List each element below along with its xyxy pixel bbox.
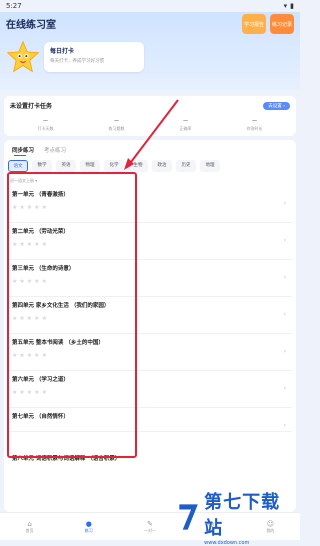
site-watermark: 第七下载站 www.dxdown.com — [176, 492, 296, 546]
unit-item[interactable]: 第三单元 （生命的诗意） ★ ★ ★ ★ ★ › — [8, 260, 292, 297]
chevron-right-icon: › — [283, 422, 286, 429]
chevron-right-icon: › — [283, 385, 286, 392]
unit-item[interactable]: 第四单元 家乡文化生活 （我们的家园） ★ ★ ★ ★ ★ › — [8, 297, 292, 334]
subject-chip[interactable]: 政治 — [152, 160, 172, 172]
status-icons: ▾ ▮ — [284, 2, 294, 10]
unit-item[interactable]: 第二单元 （劳动光荣） ★ ★ ★ ★ ★ › — [8, 223, 292, 260]
subject-chip[interactable]: 生物 — [128, 160, 148, 172]
unit-item[interactable]: 第七单元 （自然情怀） › — [8, 408, 292, 432]
unit-item[interactable]: 第六单元 （学习之道） ★ ★ ★ ★ ★ › — [8, 371, 292, 408]
checkin-subtitle: 每天打卡，养成学习好习惯 — [50, 59, 104, 64]
status-time: 5:27 — [6, 2, 22, 10]
subject-chip[interactable]: 地理 — [200, 160, 220, 172]
stat-item: — 正确率 — [179, 118, 192, 131]
subject-chip[interactable]: 语文 — [8, 160, 28, 172]
rating-stars: ★ ★ ★ ★ ★ — [12, 315, 47, 322]
home-icon: ⌂ — [27, 519, 32, 528]
rating-stars: ★ ★ ★ ★ ★ — [12, 241, 47, 248]
status-bar: 5:27 ▾ ▮ — [0, 0, 300, 12]
practice-icon: ● — [85, 519, 92, 528]
chevron-right-icon: › — [283, 237, 286, 244]
wifi-icon: ▾ — [283, 2, 288, 10]
stat-item: — 练习题数 — [108, 118, 125, 131]
grade-selector[interactable]: 初一语文上册 ▾ — [4, 176, 296, 186]
rating-stars: ★ ★ ★ ★ ★ — [12, 278, 47, 285]
rating-stars: ★ ★ ★ ★ ★ — [12, 204, 47, 211]
checkin-title: 每日打卡 — [50, 48, 75, 55]
nav-tutor[interactable]: ✎ 一对一 — [144, 520, 156, 534]
tab-topic-practice[interactable]: 考点练习 — [44, 146, 66, 154]
unit-item[interactable]: 第五单元 整本书阅读 （乡土的中国） ★ ★ ★ ★ ★ › — [8, 334, 292, 371]
daily-checkin-card[interactable]: 每日打卡 每天打卡，养成学习好习惯 — [44, 42, 144, 72]
tab-sync-practice[interactable]: 同步练习 — [12, 146, 34, 156]
records-button[interactable]: 练习记录 — [270, 14, 294, 34]
chevron-right-icon: › — [283, 200, 286, 207]
unit-list: 第一单元 （青春激扬） ★ ★ ★ ★ ★ › 第二单元 （劳动光荣） ★ ★ ★ ★ ★ › … — [4, 186, 296, 487]
unit-item[interactable]: 第一单元 （青春激扬） ★ ★ ★ ★ ★ › — [8, 186, 292, 223]
nav-practice[interactable]: ● 练习 — [85, 520, 93, 534]
star-mascot-icon — [6, 40, 40, 73]
chevron-right-icon: › — [283, 311, 286, 318]
watermark-logo-icon — [179, 504, 198, 530]
pencil-icon: ✎ — [147, 519, 153, 528]
task-title: 未设置打卡任务 — [10, 103, 53, 110]
subject-chip[interactable]: 历史 — [176, 160, 196, 172]
subject-chip[interactable]: 物理 — [80, 160, 100, 172]
practice-panel: 同步练习 考点练习 语文 数学 英语 物理 化学 生物 政治 历史 地理 初一语… — [4, 140, 296, 512]
set-task-button[interactable]: 去设置 › — [263, 101, 290, 110]
stat-item: — 作答时长 — [246, 118, 263, 131]
subject-chip[interactable]: 化学 — [104, 160, 124, 172]
subject-chip[interactable]: 英语 — [56, 160, 76, 172]
chevron-right-icon: › — [283, 348, 286, 355]
unit-item[interactable]: 第八单元 词语积累与词语解释 （语言积累） — [8, 450, 292, 487]
subject-chip[interactable]: 数学 — [32, 160, 52, 172]
nav-home[interactable]: ⌂ 首页 — [26, 520, 34, 534]
report-button[interactable]: 学习报告 — [242, 14, 266, 34]
rating-stars: ★ ★ ★ ★ ★ — [12, 352, 47, 359]
task-card: 未设置打卡任务 去设置 › — 打卡天数 — 练习题数 — 正确率 — 作答时长 — [4, 96, 296, 136]
page-title: 在线练习室 — [6, 20, 56, 31]
stat-item: — 打卡天数 — [37, 118, 54, 131]
chevron-right-icon: › — [283, 274, 286, 281]
subject-list: 语文 数学 英语 物理 化学 生物 政治 历史 地理 — [4, 156, 296, 176]
header: 在线练习室 学习报告 练习记录 每日打卡 每天打卡，养成学习好习惯 — [0, 12, 300, 90]
battery-icon: ▮ — [290, 2, 294, 10]
rating-stars: ★ ★ ★ ★ ★ — [12, 389, 47, 396]
